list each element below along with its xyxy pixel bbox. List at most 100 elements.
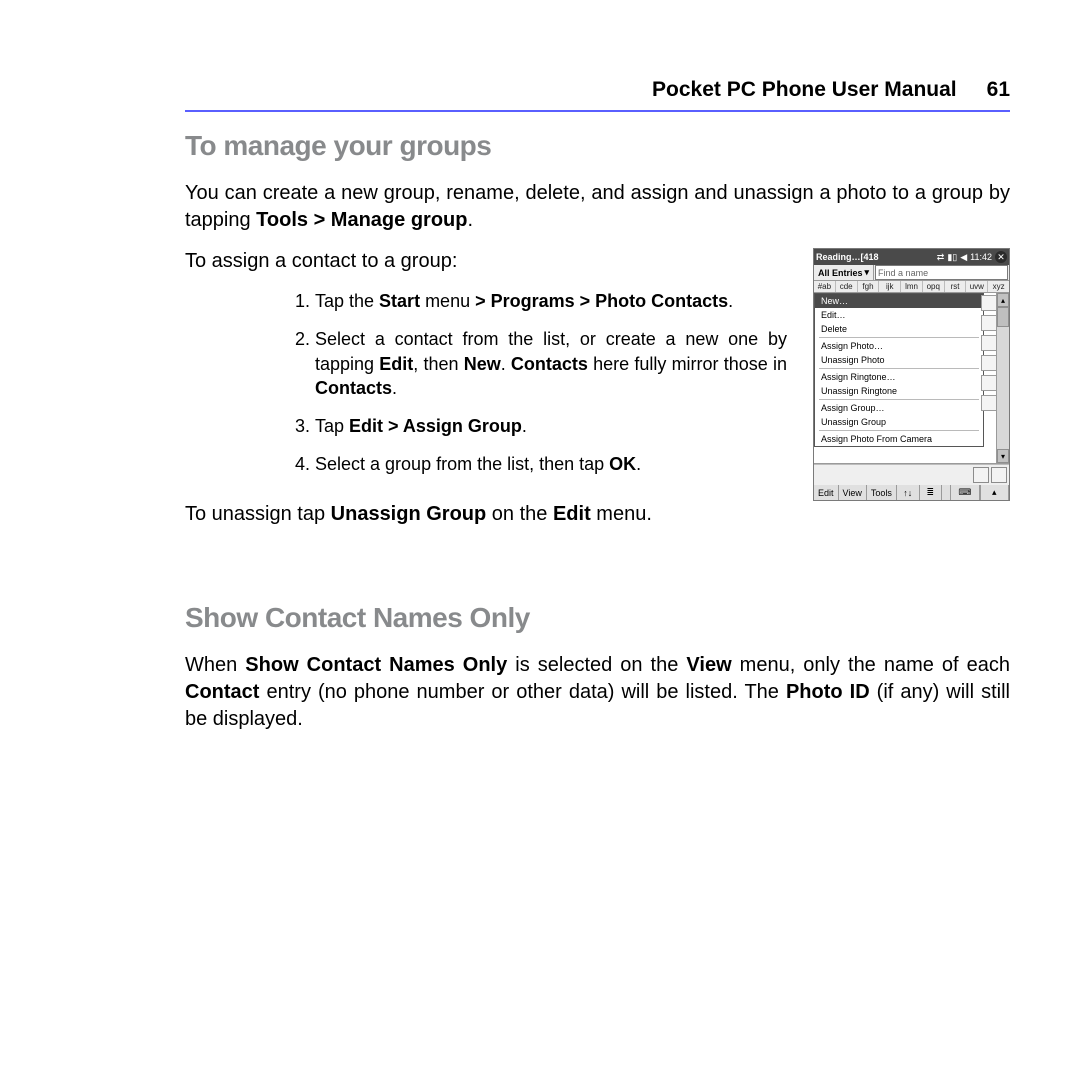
menu-assign-ringtone[interactable]: Assign Ringtone… [815, 370, 983, 384]
menu-unassign-photo[interactable]: Unassign Photo [815, 353, 983, 367]
entries-dropdown[interactable]: All Entries ▾ [814, 265, 874, 280]
device-toolbar: All Entries ▾ Find a name [814, 265, 1009, 281]
context-menu: New… Edit… Delete Assign Photo… Unassign… [814, 293, 984, 447]
app-title: Reading…[418 [816, 252, 879, 262]
text: . [392, 378, 397, 398]
photo-thumb [981, 295, 997, 311]
chevron-down-icon: ▾ [865, 267, 870, 278]
menu-new[interactable]: New… [815, 294, 983, 308]
step-3: Tap Edit > Assign Group. [315, 414, 795, 438]
status-tray: ⇄ ▮▯ ◀ 11:42 ✕ [937, 251, 1007, 263]
text-bold: Tools > Manage group [256, 209, 467, 231]
text: on the [486, 503, 553, 525]
scroll-up-icon[interactable]: ▴ [997, 293, 1009, 307]
text-bold: Edit [553, 503, 591, 525]
camera-tools [814, 464, 1009, 485]
text-bold: Photo ID [786, 681, 870, 703]
search-input[interactable]: Find a name [875, 265, 1008, 280]
alpha-tab[interactable]: xyz [988, 281, 1009, 292]
text-bold: Edit > Assign Group [349, 416, 522, 436]
device-titlebar: Reading…[418 ⇄ ▮▯ ◀ 11:42 ✕ [814, 249, 1009, 265]
text: When [185, 654, 245, 676]
section-heading-groups: To manage your groups [185, 130, 1010, 162]
sync-icon: ⇄ [937, 252, 945, 263]
scroll-down-icon[interactable]: ▾ [997, 449, 1009, 463]
text-bold: Contact [185, 681, 259, 703]
content: To manage your groups You can create a n… [185, 112, 1010, 733]
text: is selected on the [507, 654, 686, 676]
alpha-tabs[interactable]: #ab cde fgh ijk lmn opq rst uvw xyz [814, 281, 1009, 293]
alpha-tab[interactable]: fgh [858, 281, 880, 292]
menu-edit[interactable]: Edit… [815, 308, 983, 322]
content-row: To assign a contact to a group: Tap the … [185, 248, 1010, 501]
bottom-view[interactable]: View [839, 485, 867, 500]
alpha-tab[interactable]: cde [836, 281, 858, 292]
dropdown-label: All Entries [818, 268, 863, 278]
unassign-paragraph: To unassign tap Unassign Group on the Ed… [185, 501, 1010, 528]
text: . [467, 209, 473, 231]
text: menu, only the name of each [732, 654, 1010, 676]
text-bold: > Programs > Photo Contacts [475, 291, 728, 311]
text: entry (no phone number or other data) wi… [259, 681, 786, 703]
step-4: Select a group from the list, then tap O… [315, 452, 795, 476]
alpha-tab[interactable]: ijk [879, 281, 901, 292]
search-placeholder: Find a name [878, 268, 928, 278]
alpha-tab[interactable]: opq [923, 281, 945, 292]
intro-paragraph: You can create a new group, rename, dele… [185, 180, 1010, 234]
alpha-tab[interactable]: lmn [901, 281, 923, 292]
scrollbar[interactable]: ▴ ▾ [996, 293, 1009, 463]
menu-separator [819, 399, 979, 400]
left-column: To assign a contact to a group: Tap the … [185, 248, 795, 491]
text: Tap [315, 416, 349, 436]
menu-separator [819, 430, 979, 431]
keyboard-icon[interactable]: ⌨ [950, 485, 979, 500]
alpha-tab[interactable]: uvw [966, 281, 988, 292]
menu-separator [819, 337, 979, 338]
alpha-tab[interactable]: #ab [814, 281, 836, 292]
photo-icon[interactable] [991, 467, 1007, 483]
text: . [501, 354, 511, 374]
names-paragraph: When Show Contact Names Only is selected… [185, 652, 1010, 733]
menu-assign-camera[interactable]: Assign Photo From Camera [815, 432, 983, 446]
sip-up-icon[interactable]: ▴ [980, 485, 1009, 500]
step-2: Select a contact from the list, or creat… [315, 327, 795, 400]
menu-delete[interactable]: Delete [815, 322, 983, 336]
page-number: 61 [987, 78, 1010, 102]
text-bold: Contacts [511, 354, 588, 374]
clock: 11:42 [970, 252, 992, 262]
steps-list: Tap the Start menu > Programs > Photo Co… [185, 289, 795, 477]
text-bold: New [464, 354, 501, 374]
text: menu. [591, 503, 652, 525]
text: . [728, 291, 733, 311]
photo-thumb [981, 335, 997, 351]
text: Tap the [315, 291, 379, 311]
text: . [636, 454, 641, 474]
scroll-thumb[interactable] [997, 307, 1009, 327]
text-bold: OK [609, 454, 636, 474]
text: To unassign tap [185, 503, 331, 525]
text: menu [420, 291, 475, 311]
bottom-edit[interactable]: Edit [814, 485, 839, 500]
device-screenshot: Reading…[418 ⇄ ▮▯ ◀ 11:42 ✕ All Entries … [813, 248, 1010, 501]
camera-icon[interactable] [973, 467, 989, 483]
sort-icon[interactable]: ↑↓ [897, 485, 920, 500]
menu-unassign-ringtone[interactable]: Unassign Ringtone [815, 384, 983, 398]
text-bold: Contacts [315, 378, 392, 398]
list-icon[interactable]: ≣ [920, 485, 943, 500]
alpha-tab[interactable]: rst [945, 281, 967, 292]
menu-separator [819, 368, 979, 369]
photo-thumb [981, 355, 997, 371]
contact-list-area: New… Edit… Delete Assign Photo… Unassign… [814, 293, 1009, 464]
bottom-tools[interactable]: Tools [867, 485, 897, 500]
menu-assign-group[interactable]: Assign Group… [815, 401, 983, 415]
menu-unassign-group[interactable]: Unassign Group [815, 415, 983, 429]
menu-assign-photo[interactable]: Assign Photo… [815, 339, 983, 353]
close-icon[interactable]: ✕ [995, 251, 1007, 263]
text: , then [413, 354, 463, 374]
text: here fully mirror those in [588, 354, 787, 374]
manual-page: Pocket PC Phone User Manual 61 To manage… [0, 0, 1080, 1080]
spacer [942, 485, 950, 500]
section-heading-names: Show Contact Names Only [185, 602, 1010, 634]
scroll-track[interactable] [997, 327, 1009, 449]
text: Select a group from the list, then tap [315, 454, 609, 474]
